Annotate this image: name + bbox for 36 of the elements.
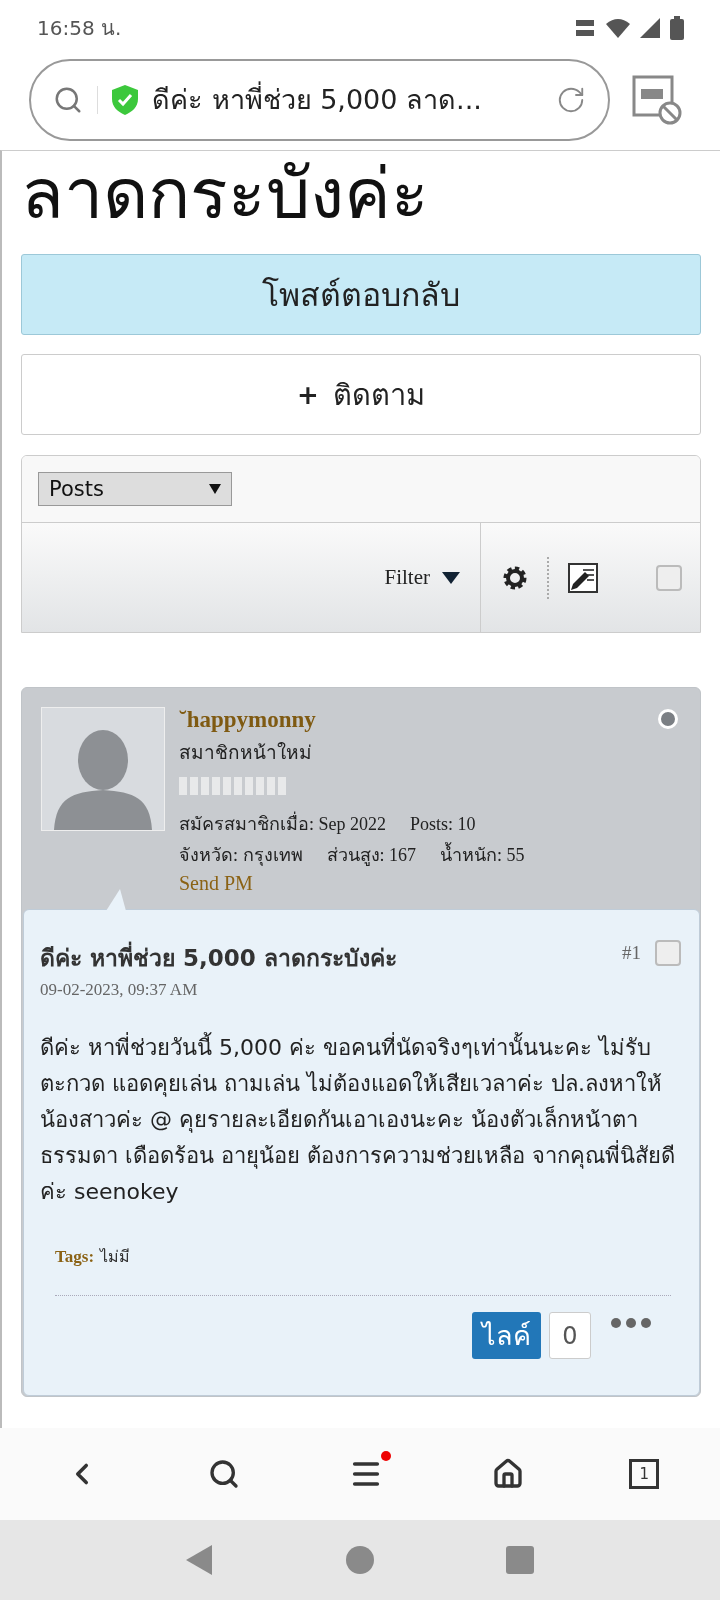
status-time: 16:58 น.	[37, 14, 122, 42]
search-icon[interactable]	[207, 1458, 240, 1490]
more-icon[interactable]	[611, 1318, 651, 1328]
ad-block-icon[interactable]	[632, 74, 684, 125]
signal-icon	[640, 17, 660, 38]
post-body: ดีค่ะ หาพี่ช่วยวันนี้ 5,000 ค่ะ ขอคนที่นัดจริงๆเท่านั้นนะคะ ไม่รับตะกวด แอดคุยเล่น ถามเล่น ไม่ต้องแอดให้เสียเวลาค่ะ ปล.ลงหาให้น้องสาวค่ะ @ คุยรายละเอียดกันเอาเองนะคะ น้องตัวเล็กหน้าตาธรรมดา เดือดร้อน อายุน้อย ต้องการความช่วยเหลือ จากคุณพี่นิสัยดีค่ะ seenokey	[40, 1030, 681, 1210]
filter-button[interactable]: Filter	[384, 565, 460, 590]
address-bar[interactable]: ดีค่ะ หาพี่ช่วย 5,000 ลาด...	[29, 58, 610, 141]
follow-button[interactable]: + ติดตาม	[21, 354, 701, 435]
reply-button[interactable]: โพสต์ตอบกลับ	[21, 254, 701, 335]
view-select[interactable]: Posts	[38, 472, 232, 506]
post-count: Posts: 10	[410, 813, 476, 836]
home-icon[interactable]	[492, 1458, 525, 1490]
username[interactable]: ˘happymonny	[179, 707, 682, 733]
post-date: 09-02-2023, 09:37 AM	[40, 980, 199, 1000]
user-rank: สมาชิกหน้าใหม่	[179, 740, 313, 765]
province: จังหวัด: กรุงเทพ	[179, 844, 303, 868]
edit-icon[interactable]	[567, 561, 599, 594]
tabs-button[interactable]: 1	[629, 1459, 660, 1489]
caret-icon[interactable]	[209, 483, 221, 495]
like-count: 0	[549, 1312, 591, 1359]
join-date: สมัครสมาชิกเมื่อ: Sep 2022	[179, 809, 386, 840]
post-number[interactable]: #1	[622, 942, 641, 964]
tags-label: Tags:	[55, 1247, 95, 1267]
wifi-icon	[606, 17, 630, 38]
thread-title: ลาดกระบังค่ะ	[21, 152, 430, 237]
post-title: ดีค่ะ หาพี่ช่วย 5,000 ลาดกระบังค่ะ	[40, 940, 397, 976]
user-weight: น้ำหนัก: 55	[440, 840, 525, 871]
like-button[interactable]: ไลค์	[472, 1312, 541, 1359]
select-all-checkbox[interactable]	[656, 564, 682, 591]
tags-value: ไม่มี	[100, 1246, 131, 1268]
battery-icon	[670, 15, 684, 40]
caret-icon[interactable]	[442, 571, 460, 584]
post-checkbox[interactable]	[655, 940, 681, 966]
page-title: ดีค่ะ หาพี่ช่วย 5,000 ลาด...	[152, 78, 542, 121]
user-height: ส่วนสูง: 167	[326, 844, 417, 868]
